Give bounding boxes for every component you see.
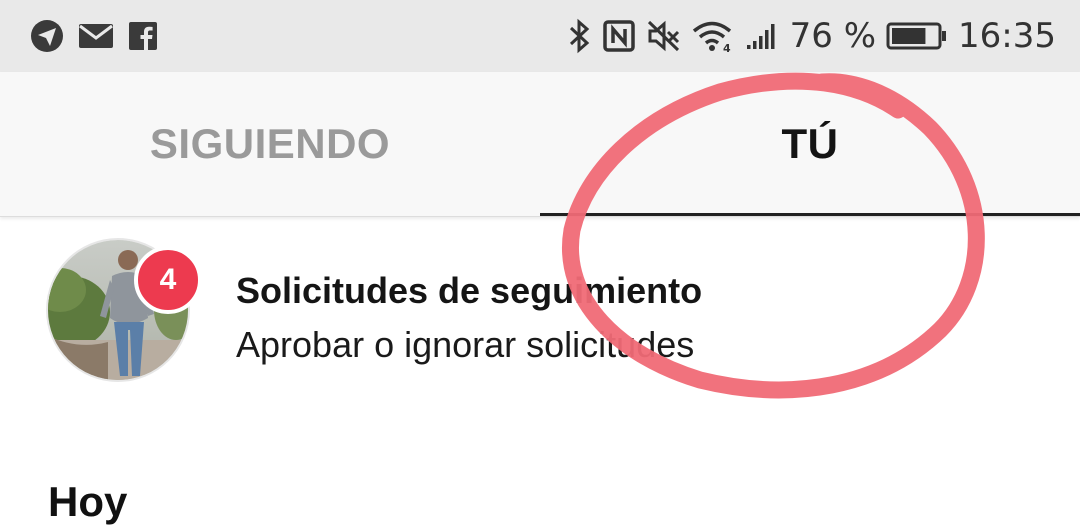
tab-bar: SIGUIENDO TÚ [0, 72, 1080, 217]
tab-siguiendo-label: SIGUIENDO [149, 120, 391, 167]
status-bar-left [30, 19, 172, 53]
clock: 16:35 [958, 16, 1056, 56]
tab-tu[interactable]: TÚ [540, 72, 1080, 216]
battery-percent: 76 % [789, 16, 877, 56]
svg-text:4: 4 [723, 42, 731, 53]
signal-icon [746, 21, 780, 51]
follow-requests-item[interactable]: 4 Solicitudes de seguimiento Aprobar o i… [0, 236, 1080, 386]
badge-count: 4 [159, 263, 177, 296]
facebook-icon [128, 21, 158, 51]
bluetooth-icon [568, 18, 592, 54]
telegram-icon [30, 19, 64, 53]
battery-icon [886, 21, 948, 51]
active-tab-indicator [540, 213, 1080, 216]
wifi-icon: 4 [692, 19, 736, 53]
status-bar-right: 4 76 % 16:35 [558, 16, 1056, 56]
follow-requests-count-badge: 4 [134, 246, 202, 314]
mute-icon [646, 19, 682, 53]
tab-tu-label: TÚ [781, 120, 839, 167]
nfc-icon [602, 19, 636, 53]
tab-siguiendo[interactable]: SIGUIENDO [0, 72, 540, 216]
mail-icon [78, 21, 114, 51]
follow-requests-title: Solicitudes de seguimiento [236, 270, 703, 311]
follow-requests-subtitle: Aprobar o ignorar solicitudes [236, 324, 695, 365]
status-bar: 4 76 % 16:35 [0, 0, 1080, 72]
section-header-today: Hoy [48, 478, 128, 525]
